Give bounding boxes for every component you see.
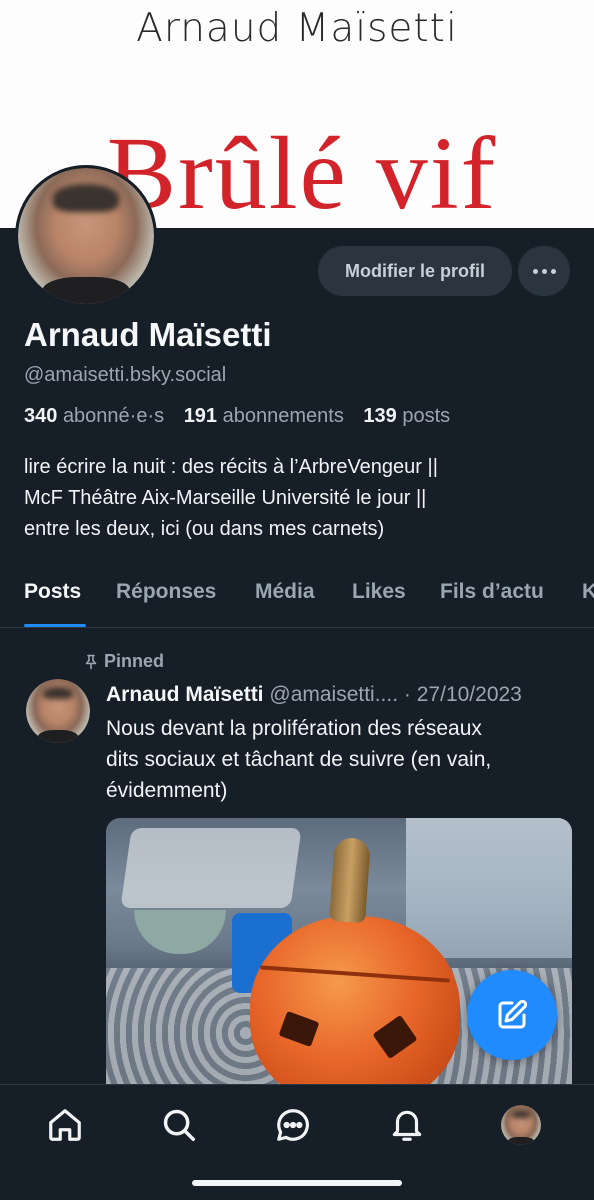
nav-notifications[interactable] xyxy=(385,1103,429,1147)
image-pumpkin-stem xyxy=(329,836,371,924)
posts-stat: 139 posts xyxy=(363,405,450,427)
post-date[interactable]: 27/10/2023 xyxy=(417,683,522,706)
more-options-button[interactable] xyxy=(518,246,570,296)
image-chair xyxy=(120,828,302,908)
profile-bio: lire écrire la nuit : des récits à l’Arb… xyxy=(24,452,564,545)
followers-label: abonné·e·s xyxy=(62,405,165,427)
pin-icon xyxy=(85,654,97,669)
bell-icon xyxy=(392,1110,422,1141)
nav-chat[interactable] xyxy=(271,1103,315,1147)
post-author-handle[interactable]: @amaisetti.... xyxy=(269,683,398,706)
following-count: 191 xyxy=(183,405,218,427)
followers-count: 340 xyxy=(24,405,58,427)
tab-likes[interactable]: Likes xyxy=(352,580,406,604)
following-link[interactable]: 191 abonnements xyxy=(184,405,344,427)
tab-replies[interactable]: Réponses xyxy=(116,580,216,604)
profile-display-name: Arnaud Maïsetti xyxy=(24,316,272,353)
image-bowl xyxy=(134,910,226,954)
profile-tabs: Posts Réponses Média Likes Fils d’actu K xyxy=(0,568,594,628)
home-icon xyxy=(49,1109,81,1141)
image-pumpkin xyxy=(250,916,460,1084)
profile-stats: 340 abonné·e·s 191 abonnements 139 posts xyxy=(24,405,450,428)
post-text-line: évidemment) xyxy=(106,779,228,802)
post-author-name[interactable]: Arnaud Maïsetti xyxy=(106,683,264,706)
profile-handle: @amaisetti.bsky.social xyxy=(24,364,227,386)
compose-icon xyxy=(498,999,528,1029)
active-tab-indicator xyxy=(24,624,86,627)
compose-button[interactable] xyxy=(467,970,557,1060)
posts-label: posts xyxy=(402,405,451,427)
following-label: abonnements xyxy=(222,405,344,427)
tab-feeds[interactable]: Fils d’actu xyxy=(440,580,544,604)
nav-search[interactable] xyxy=(157,1103,201,1147)
post-text-line: Nous devant la prolifération des réseaux xyxy=(106,717,482,740)
tab-media[interactable]: Média xyxy=(255,580,315,604)
post-text-line: dits sociaux et tâchant de suivre (en va… xyxy=(106,748,492,771)
bio-line: lire écrire la nuit : des récits à l’Arb… xyxy=(24,456,438,478)
bio-line: entre les deux, ici (ou dans mes carnets… xyxy=(24,518,385,540)
tab-posts[interactable]: Posts xyxy=(24,580,81,604)
avatar-photo xyxy=(18,168,154,304)
followers-link[interactable]: 340 abonné·e·s xyxy=(24,405,164,427)
post-header: Arnaud Maïsetti @amaisetti.... · 27/10/2… xyxy=(106,683,576,707)
banner-author-text: Arnaud Maïsetti xyxy=(136,6,458,51)
post-date-separator: · xyxy=(403,683,411,706)
home-indicator xyxy=(192,1180,402,1186)
nav-profile-avatar[interactable] xyxy=(501,1105,541,1145)
edit-profile-button[interactable]: Modifier le profil xyxy=(318,246,512,296)
image-background-window xyxy=(406,818,572,958)
chat-icon xyxy=(277,1109,309,1141)
bio-line: McF Théâtre Aix-Marseille Université le … xyxy=(24,487,427,509)
pinned-label: Pinned xyxy=(104,651,165,671)
ellipsis-icon xyxy=(532,268,538,274)
post-author-avatar[interactable] xyxy=(26,679,90,743)
avatar-photo xyxy=(501,1105,541,1145)
pinned-indicator: Pinned xyxy=(84,651,164,672)
post-text: Nous devant la prolifération des réseaux… xyxy=(106,713,572,806)
posts-count: 139 xyxy=(363,405,397,427)
search-icon xyxy=(163,1109,195,1141)
profile-avatar[interactable] xyxy=(15,165,157,307)
tab-more[interactable]: K xyxy=(582,580,594,604)
avatar-photo xyxy=(26,679,90,743)
nav-home[interactable] xyxy=(43,1103,87,1147)
